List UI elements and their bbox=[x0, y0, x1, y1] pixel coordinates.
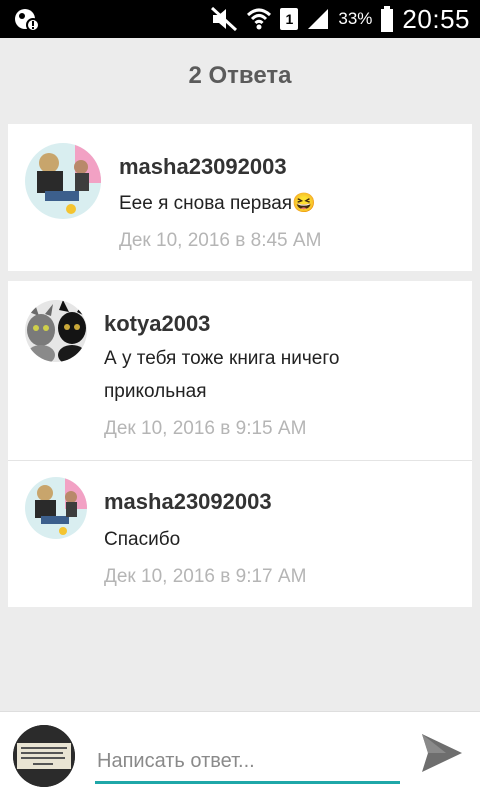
replies-card: kotya2003 А у тебя тоже книга ничего при… bbox=[8, 281, 472, 607]
reply-divider bbox=[8, 460, 472, 461]
question-card: masha23092003 Еее я снова первая😆 Дек 10… bbox=[8, 124, 472, 271]
clock-time: 20:55 bbox=[402, 3, 470, 34]
reply-text-line: А у тебя тоже книга ничего bbox=[104, 348, 340, 369]
mute-icon bbox=[211, 6, 238, 32]
reply-input[interactable] bbox=[95, 746, 400, 784]
signal-icon bbox=[308, 9, 329, 29]
reply-username[interactable]: kotya2003 bbox=[104, 311, 210, 337]
reply-text-line: прикольная bbox=[104, 381, 207, 402]
reply-timestamp: Дек 10, 2016 в 9:17 AM bbox=[104, 566, 307, 587]
question-timestamp: Дек 10, 2016 в 8:45 AM bbox=[119, 230, 322, 251]
avatar bbox=[13, 725, 75, 787]
question-username[interactable]: masha23092003 bbox=[119, 154, 287, 180]
reply-composer bbox=[0, 711, 480, 801]
avatar[interactable] bbox=[25, 143, 101, 219]
wifi-icon bbox=[247, 8, 272, 30]
battery-icon bbox=[381, 6, 394, 32]
reply-timestamp: Дек 10, 2016 в 9:15 AM bbox=[104, 418, 307, 439]
sim-icon: 1 bbox=[280, 8, 299, 30]
reply-text-line: Спасибо bbox=[104, 529, 181, 550]
page-title: 2 Ответа bbox=[188, 62, 292, 89]
page-header: 2 Ответа bbox=[0, 38, 480, 114]
send-icon[interactable] bbox=[418, 730, 464, 776]
avatar[interactable] bbox=[25, 477, 87, 539]
avatar[interactable] bbox=[25, 300, 87, 362]
reply-username[interactable]: masha23092003 bbox=[104, 489, 272, 515]
battery-percent: 33% bbox=[338, 9, 373, 28]
status-bar: 1 33% 20:55 bbox=[0, 0, 480, 38]
notification-app-icon bbox=[15, 9, 40, 32]
question-text: Еее я снова первая😆 bbox=[119, 193, 316, 214]
